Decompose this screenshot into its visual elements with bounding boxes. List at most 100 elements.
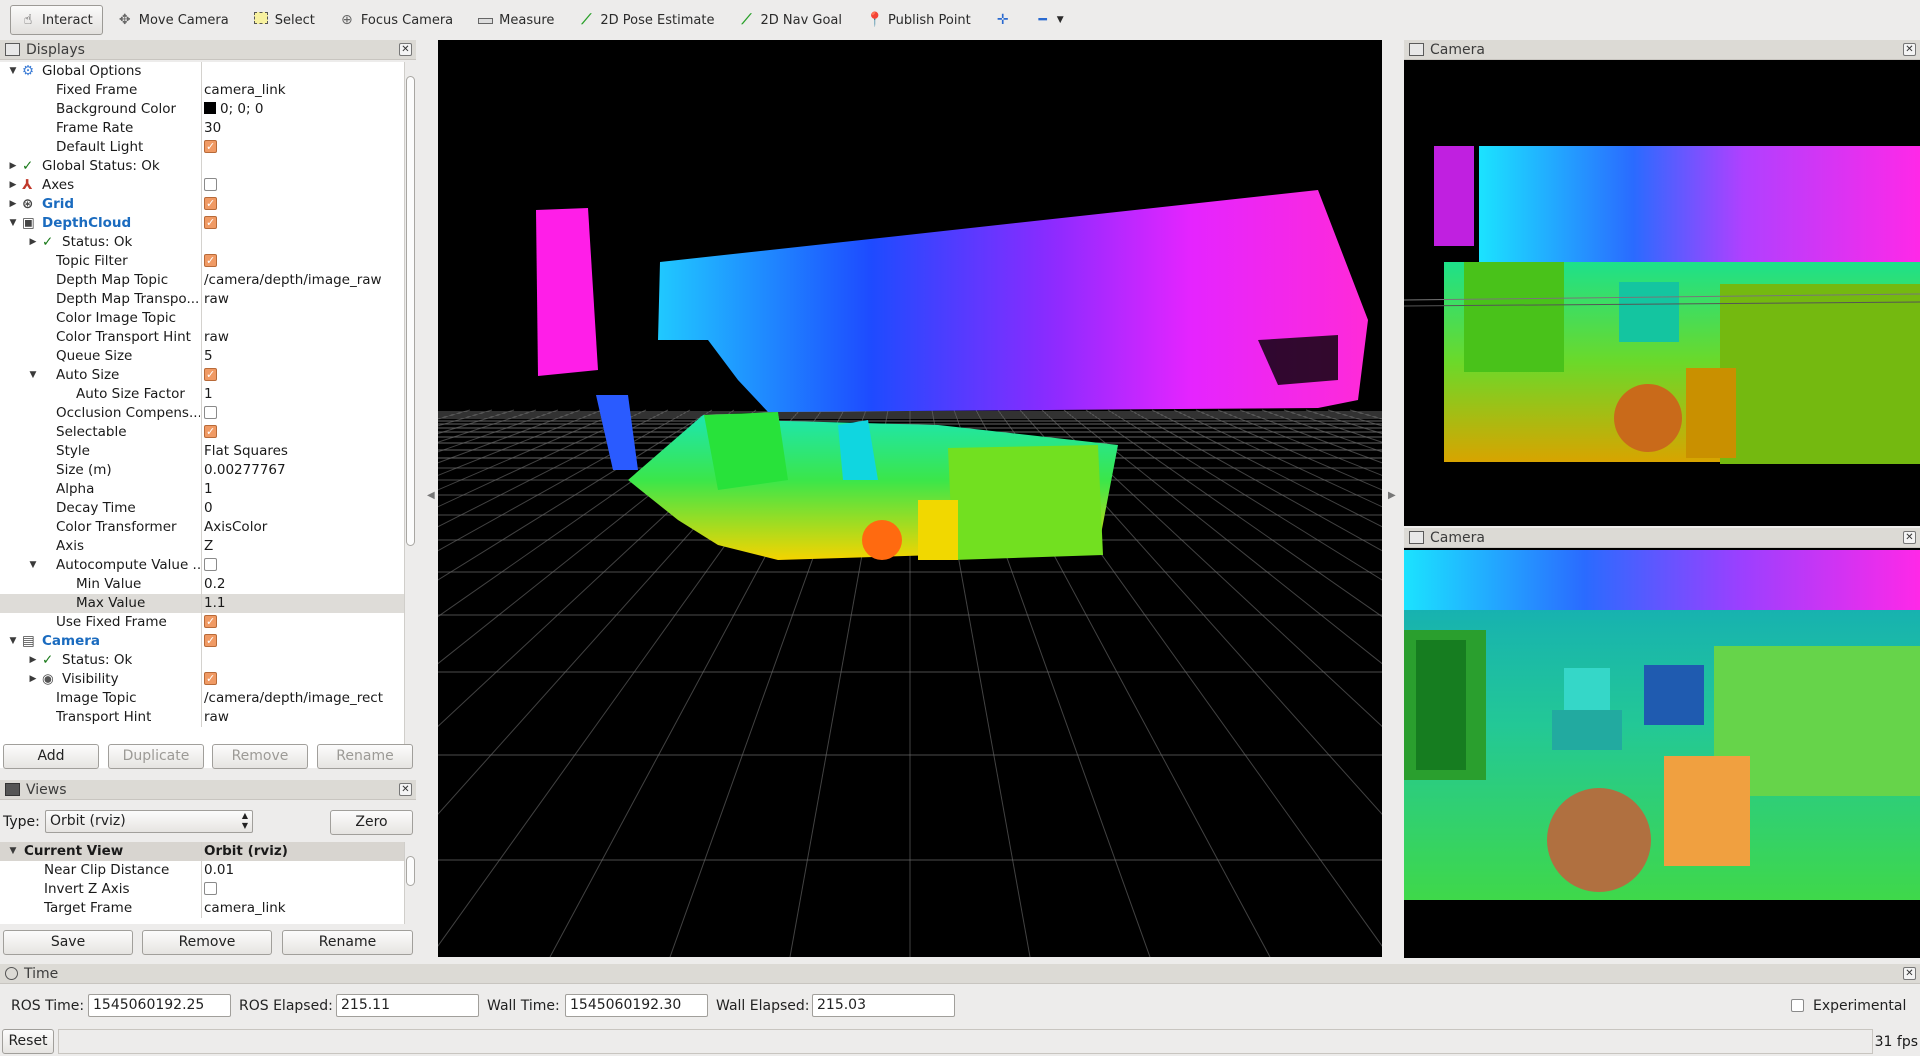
- collapse-arrow-icon[interactable]: ▶: [28, 670, 38, 689]
- expand-arrow-icon[interactable]: ▼: [8, 632, 18, 651]
- display-row[interactable]: ▶ ⅄ Axes: [0, 176, 416, 195]
- tool-measure[interactable]: Measure: [467, 5, 564, 35]
- display-row[interactable]: Depth Map Topic/camera/depth/image_raw: [0, 271, 416, 290]
- display-row[interactable]: ▶ ◉ Visibility: [0, 670, 416, 689]
- display-row-value[interactable]: Flat Squares: [203, 442, 400, 461]
- rename-view-button[interactable]: Rename: [282, 930, 413, 955]
- views-tree[interactable]: ▼ Current View Orbit (rviz) Near Clip Di…: [0, 842, 416, 924]
- near-clip-row[interactable]: Near Clip Distance 0.01: [0, 861, 416, 880]
- display-row[interactable]: Transport Hint raw: [0, 708, 416, 727]
- ros-elapsed-field[interactable]: 215.11: [336, 994, 479, 1017]
- display-checkbox[interactable]: [204, 557, 217, 571]
- display-row[interactable]: Occlusion Compens...: [0, 404, 416, 423]
- display-row-value[interactable]: [203, 309, 400, 328]
- display-row-value[interactable]: [203, 613, 400, 632]
- display-row-value[interactable]: [203, 62, 400, 81]
- display-row-value[interactable]: 0.00277767: [203, 461, 400, 480]
- tool-focus-camera[interactable]: ⊕ Focus Camera: [329, 5, 463, 35]
- close-icon[interactable]: ✕: [1903, 967, 1916, 980]
- display-row-value[interactable]: [203, 423, 400, 442]
- target-frame-row[interactable]: Target Frame camera_link: [0, 899, 416, 918]
- displays-tree[interactable]: ▼ ⚙ Global Options Fixed Frame camera_link Ba…: [0, 62, 416, 768]
- display-row-value[interactable]: raw: [203, 290, 400, 309]
- display-row-value[interactable]: /camera/depth/image_rect: [203, 689, 400, 708]
- display-row-value[interactable]: [203, 404, 400, 423]
- display-row-value[interactable]: Z: [203, 537, 400, 556]
- display-row[interactable]: Color Transport Hint raw: [0, 328, 416, 347]
- display-row[interactable]: Auto Size Factor 1: [0, 385, 416, 404]
- display-row-value[interactable]: [203, 651, 400, 670]
- display-row-value[interactable]: AxisColor: [203, 518, 400, 537]
- display-row-value[interactable]: 5: [203, 347, 400, 366]
- display-checkbox[interactable]: [204, 632, 217, 650]
- display-row[interactable]: Fixed Frame camera_link: [0, 81, 416, 100]
- remove-tool-menu[interactable]: ━ ▼: [1025, 5, 1074, 35]
- display-checkbox[interactable]: [204, 195, 217, 213]
- tool-select[interactable]: Select: [243, 5, 325, 35]
- display-row-value[interactable]: /camera/depth/image_raw: [203, 271, 400, 290]
- left-splitter-arrow-icon[interactable]: ◀: [427, 490, 435, 501]
- display-row[interactable]: ▶ ✓ Global Status: Ok: [0, 157, 416, 176]
- display-row-value[interactable]: 0: [203, 499, 400, 518]
- display-row-value[interactable]: [203, 632, 400, 651]
- display-row[interactable]: Color Image Topic: [0, 309, 416, 328]
- 3d-render-viewport[interactable]: [0, 40, 1920, 958]
- display-row[interactable]: ▼ ⚙ Global Options: [0, 62, 416, 81]
- display-row-value[interactable]: [203, 252, 400, 271]
- display-row-value[interactable]: [203, 214, 400, 233]
- display-row-value[interactable]: camera_link: [203, 81, 400, 100]
- invert-z-row[interactable]: Invert Z Axis: [0, 880, 416, 899]
- invert-z-checkbox[interactable]: [204, 881, 217, 895]
- display-checkbox[interactable]: [204, 405, 217, 419]
- display-row-value[interactable]: 1: [203, 385, 400, 404]
- wall-elapsed-field[interactable]: 215.03: [812, 994, 955, 1017]
- display-row[interactable]: Decay Time 0: [0, 499, 416, 518]
- display-checkbox[interactable]: [204, 670, 217, 688]
- display-row-value[interactable]: [203, 157, 400, 176]
- display-row-value[interactable]: 1: [203, 480, 400, 499]
- display-row[interactable]: Image Topic/camera/depth/image_rect: [0, 689, 416, 708]
- display-checkbox[interactable]: [204, 214, 217, 232]
- close-icon[interactable]: ✕: [399, 783, 412, 796]
- current-view-header[interactable]: ▼ Current View Orbit (rviz): [0, 842, 416, 861]
- display-row-value[interactable]: [203, 233, 400, 252]
- display-checkbox[interactable]: [204, 252, 217, 270]
- expand-arrow-icon[interactable]: ▼: [8, 62, 18, 81]
- display-row-value[interactable]: [203, 176, 400, 195]
- display-row-value[interactable]: 30: [203, 119, 400, 138]
- tool-2d-nav-goal[interactable]: ⟋ 2D Nav Goal: [728, 5, 852, 35]
- rename-button[interactable]: Rename: [317, 744, 413, 769]
- display-row-value[interactable]: 0.2: [203, 575, 400, 594]
- display-row-value[interactable]: [203, 670, 400, 689]
- add-tool-button[interactable]: ✛: [985, 5, 1021, 35]
- display-checkbox[interactable]: [204, 177, 217, 191]
- display-row[interactable]: Topic Filter: [0, 252, 416, 271]
- wall-time-field[interactable]: 1545060192.30: [565, 994, 708, 1017]
- zero-button[interactable]: Zero: [330, 810, 413, 835]
- display-row[interactable]: Size (m) 0.00277767: [0, 461, 416, 480]
- right-splitter-arrow-icon[interactable]: ▶: [1388, 490, 1396, 501]
- reset-button[interactable]: Reset: [2, 1029, 54, 1054]
- tool-interact[interactable]: ☝ Interact: [10, 5, 103, 35]
- tool-move-camera[interactable]: ✥ Move Camera: [107, 5, 239, 35]
- display-row-value[interactable]: 1.1: [203, 594, 400, 613]
- display-row-value[interactable]: raw: [203, 328, 400, 347]
- collapse-arrow-icon[interactable]: ▶: [8, 176, 18, 195]
- display-row[interactable]: Queue Size 5: [0, 347, 416, 366]
- display-row-value[interactable]: raw: [203, 708, 400, 727]
- expand-arrow-icon[interactable]: ▼: [8, 214, 18, 233]
- display-row[interactable]: Default Light: [0, 138, 416, 157]
- display-checkbox[interactable]: [204, 366, 217, 384]
- display-checkbox[interactable]: [204, 423, 217, 441]
- display-row[interactable]: ▼ Autocompute Value ...: [0, 556, 416, 575]
- views-scroll-thumb[interactable]: [406, 856, 415, 886]
- save-view-button[interactable]: Save: [3, 930, 133, 955]
- display-row[interactable]: ▶ ✓ Status: Ok: [0, 651, 416, 670]
- views-scrollbar[interactable]: [404, 842, 416, 924]
- remove-button[interactable]: Remove: [212, 744, 308, 769]
- experimental-checkbox[interactable]: [1791, 999, 1804, 1012]
- display-row[interactable]: Alpha 1: [0, 480, 416, 499]
- collapse-arrow-icon[interactable]: ▶: [28, 651, 38, 670]
- display-row-value[interactable]: [203, 138, 400, 157]
- collapse-arrow-icon[interactable]: ▶: [8, 195, 18, 214]
